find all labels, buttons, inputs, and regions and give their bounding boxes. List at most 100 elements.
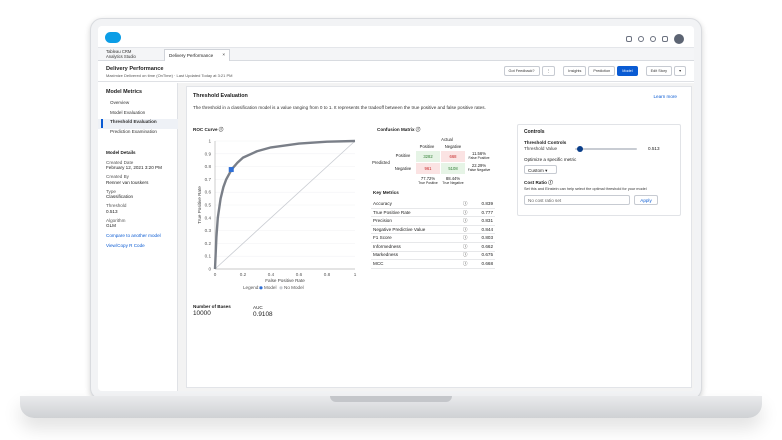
sidebar-item-prediction-examination[interactable]: Prediction Examination [98, 129, 178, 139]
confusion-title-text: Confusion Matrix [377, 127, 415, 132]
compare-model-link[interactable]: Compare to another model [106, 233, 176, 239]
sidebar-item-model-evaluation[interactable]: Model Evaluation [98, 110, 178, 120]
info-icon[interactable]: ⓘ [463, 261, 468, 267]
fpr-label: False Positive [468, 156, 490, 160]
legend-label-no-model: No Model [284, 285, 304, 290]
y-tick-label: 1 [208, 139, 211, 144]
metric-value: 0.831 [481, 218, 494, 224]
roc-chart: 0 0.1 0.2 0.3 0.4 0.5 0.6 0.7 0.8 0.9 1 0 0.2 0.4 0.6 0… [193, 135, 363, 303]
legend-title: Legend: [243, 285, 260, 290]
auc-block: AUC 0.9108 [253, 305, 273, 319]
threshold-slider[interactable] [575, 148, 637, 150]
app-name-line2: Analytics Studio [106, 54, 136, 60]
sidebar-item-threshold-evaluation[interactable]: Threshold Evaluation [98, 119, 178, 129]
metric-value: 0.668 [481, 261, 494, 267]
sidebar-item-overview[interactable]: Overview [98, 100, 178, 110]
prediction-button[interactable]: Prediction [588, 66, 616, 76]
notifications-icon[interactable] [662, 36, 668, 42]
true-positive-cell: 3282 [416, 151, 440, 162]
legend-marker-model [259, 286, 263, 290]
metric-name: Accuracy [373, 200, 392, 206]
info-icon[interactable]: ⓘ [463, 201, 468, 207]
row-negative: Negative [394, 166, 412, 171]
table-row: Informedness ⓘ 0.662 [371, 243, 495, 252]
table-row: Precision ⓘ 0.831 [371, 217, 495, 226]
metric-value: 0.662 [481, 243, 494, 249]
app-launcher-icon[interactable] [626, 36, 632, 42]
close-icon[interactable]: × [222, 52, 225, 58]
created-date: February 12, 2021 3:20 PM [106, 165, 162, 171]
metric-value: 0.777 [481, 209, 494, 215]
false-negative-cell: 961 [416, 163, 440, 174]
metric-name: MCC [373, 261, 384, 267]
x-tick-label: 0.8 [324, 272, 331, 277]
y-tick-label: 0.6 [205, 190, 212, 195]
content-area: Model Metrics Overview Model Evaluation … [98, 83, 694, 391]
feedback-button[interactable]: Got Feedback? [503, 66, 540, 76]
cost-ratio-title: Cost Ratio ⓘ [524, 180, 553, 186]
table-row: Markedness ⓘ 0.675 [371, 252, 495, 261]
cost-ratio-title-text: Cost Ratio [524, 180, 547, 185]
edit-story-button[interactable]: Edit Story [645, 66, 673, 76]
info-icon[interactable]: ⓘ [463, 227, 468, 233]
sidebar: Model Metrics Overview Model Evaluation … [98, 83, 178, 391]
metric-value: 0.839 [481, 200, 494, 206]
table-row: F1 Score ⓘ 0.803 [371, 234, 495, 243]
optimize-label: Optimize a specific metric [524, 157, 577, 162]
tnr-label: True Negative [442, 181, 464, 185]
section-title: Threshold Evaluation [193, 93, 248, 99]
learn-more-link[interactable]: Learn more [654, 94, 678, 100]
view-code-link[interactable]: View/Copy R Code [106, 243, 176, 249]
chevron-down-icon[interactable]: ▾ [674, 66, 686, 76]
settings-icon[interactable] [650, 36, 656, 42]
metric-name: Markedness [373, 252, 399, 258]
auc-value: 0.9108 [253, 310, 273, 318]
info-icon[interactable]: ⓘ [463, 218, 468, 224]
global-header [98, 26, 694, 48]
controls-title: Controls [524, 129, 545, 135]
page-title: Delivery Performance [106, 66, 164, 72]
metric-name: F1 Score [373, 235, 392, 241]
info-icon[interactable]: ⓘ [548, 180, 553, 185]
col-positive: Positive [419, 144, 435, 149]
tpr-label: True Positive [418, 181, 438, 185]
y-tick-label: 0.5 [205, 203, 212, 208]
app-name: Tableau CRM Analytics Studio [106, 49, 136, 60]
info-icon[interactable]: ⓘ [463, 210, 468, 216]
optimize-value: Custom [528, 168, 544, 173]
confusion-matrix: Actual Positive Negative Predicted Posit… [371, 137, 491, 190]
y-tick-label: 0.8 [205, 164, 212, 169]
table-row: Accuracy ⓘ 0.839 [371, 200, 495, 209]
optimize-select[interactable]: Custom ▾ [524, 165, 557, 174]
info-icon[interactable]: ⓘ [416, 127, 421, 132]
apply-button[interactable]: Apply [634, 195, 658, 205]
info-icon[interactable]: ⓘ [463, 244, 468, 250]
help-icon[interactable] [638, 36, 644, 42]
header-actions: Got Feedback? ⋮ Insights Prediction Mode… [503, 66, 686, 76]
y-tick-label: 0.7 [205, 177, 212, 182]
threshold-controls-title: Threshold Controls [524, 140, 567, 145]
slider-handle[interactable] [576, 146, 583, 152]
cost-ratio-input[interactable]: No cost ratio set [524, 195, 630, 205]
metric-value: 0.803 [481, 235, 494, 241]
y-tick-label: 0.3 [205, 228, 212, 233]
info-icon[interactable]: ⓘ [219, 127, 224, 132]
tab-delivery-performance[interactable]: Delivery Performance × [164, 49, 230, 61]
type-value: Classification [106, 194, 134, 200]
key-metrics-title: Key Metrics [373, 190, 399, 195]
header-icons [626, 34, 684, 44]
metric-value: 0.844 [481, 226, 494, 232]
model-button[interactable]: Model [617, 66, 638, 76]
info-icon[interactable]: ⓘ [463, 235, 468, 241]
legend-label-model: Model [264, 285, 277, 290]
app-screen: Tableau CRM Analytics Studio Delivery Pe… [98, 26, 694, 391]
info-icon[interactable]: ⓘ [463, 252, 468, 258]
key-metrics-table: Accuracy ⓘ 0.839 True Positive Rate ⓘ 0.777 … [371, 200, 495, 269]
salesforce-cloud-icon[interactable] [105, 32, 121, 43]
more-button[interactable]: ⋮ [541, 66, 556, 76]
metric-name: True Positive Rate [373, 209, 411, 215]
insights-button[interactable]: Insights [563, 66, 587, 76]
actual-label: Actual [441, 137, 453, 142]
row-positive: Positive [395, 153, 411, 158]
avatar[interactable] [674, 34, 684, 44]
